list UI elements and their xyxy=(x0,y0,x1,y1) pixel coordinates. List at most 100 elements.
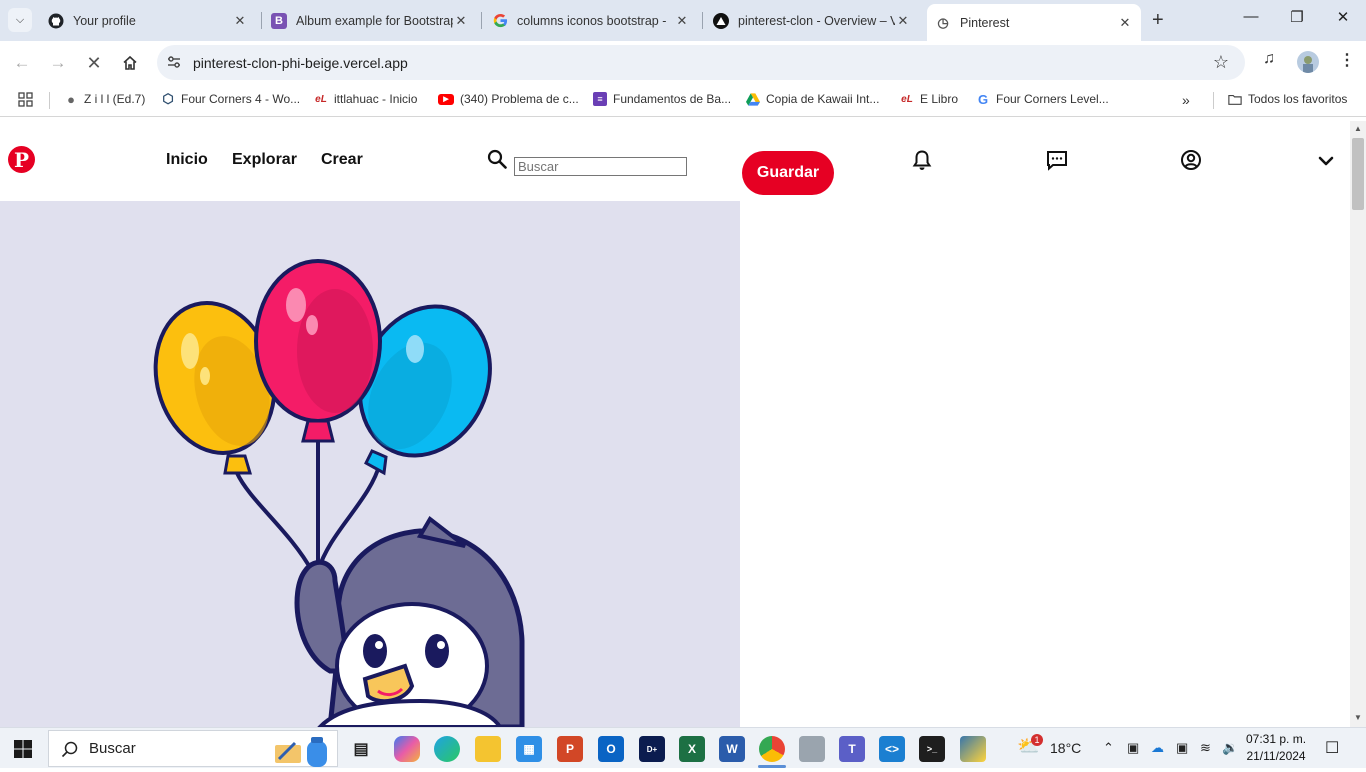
messages-icon[interactable] xyxy=(1046,149,1068,171)
site-settings-icon[interactable] xyxy=(166,54,182,70)
all-bookmarks-folder[interactable]: Todos los favoritos xyxy=(1228,92,1347,106)
vertical-scrollbar[interactable]: ▲ ▼ xyxy=(1350,121,1366,727)
close-icon[interactable]: ✕ xyxy=(232,13,248,29)
scrollbar-thumb[interactable] xyxy=(1352,138,1364,210)
elibro-icon: eL xyxy=(315,93,327,105)
taskbar-search-box[interactable]: Buscar xyxy=(48,730,338,767)
close-icon[interactable]: ✕ xyxy=(1117,15,1133,31)
home-icon xyxy=(123,55,137,70)
database-icon[interactable] xyxy=(799,736,825,762)
excel-icon[interactable]: X xyxy=(679,736,705,762)
back-button[interactable]: ← xyxy=(10,51,34,75)
outlook-icon[interactable]: O xyxy=(598,736,624,762)
windows-start-icon[interactable] xyxy=(14,740,32,758)
bookmark-item[interactable]: G Four Corners Level... xyxy=(976,92,1109,107)
close-icon[interactable]: ✕ xyxy=(453,13,469,29)
system-clock[interactable]: 07:31 p. m. 21/11/2024 xyxy=(1246,731,1306,765)
scroll-down-arrow-icon[interactable]: ▼ xyxy=(1354,713,1362,722)
weather-badge: 1 xyxy=(1031,734,1043,746)
bookmark-item[interactable]: ▶ (340) Problema de c... xyxy=(438,92,579,106)
weather-temperature[interactable]: 18°C xyxy=(1050,740,1081,756)
nav-link-explorar[interactable]: Explorar xyxy=(232,151,297,169)
tab-search-button[interactable]: ⌵ xyxy=(8,8,32,32)
notifications-icon[interactable]: ☐ xyxy=(1325,738,1339,758)
bookmark-item[interactable]: ≡ Fundamentos de Ba... xyxy=(593,92,731,106)
tab-your-profile[interactable]: Your profile ✕ xyxy=(40,6,256,35)
microsoft-store-icon[interactable]: ▦ xyxy=(516,736,542,762)
tab-divider xyxy=(261,12,262,29)
teams-icon[interactable]: T xyxy=(839,736,865,762)
loading-icon: ◷ xyxy=(937,14,949,30)
clock-date: 21/11/2024 xyxy=(1246,749,1306,763)
file-explorer-icon[interactable] xyxy=(475,736,501,762)
bookmark-star-icon[interactable]: ☆ xyxy=(1213,52,1229,73)
bookmark-item[interactable]: eL ittlahuac - Inicio xyxy=(314,92,417,106)
tab-columns-iconos[interactable]: columns iconos bootstrap - ✕ xyxy=(484,6,698,35)
globe-icon: ● xyxy=(67,91,75,107)
battery-icon[interactable]: ▣ xyxy=(1127,740,1139,756)
tab-pinterest-clon-overview[interactable]: pinterest-clon - Overview – V ✕ xyxy=(705,6,919,35)
forward-button[interactable]: → xyxy=(46,51,70,75)
tab-title: Pinterest xyxy=(960,15,1010,30)
stop-loading-button[interactable]: ✕ xyxy=(82,51,106,75)
tab-title: Album example for Bootstrap xyxy=(296,13,453,28)
google-drive-icon xyxy=(746,92,760,106)
show-hidden-icons-chevron-icon[interactable]: ⌃ xyxy=(1103,740,1114,756)
onedrive-icon[interactable]: ☁ xyxy=(1151,740,1164,756)
search-input[interactable] xyxy=(514,157,687,176)
bookmark-item[interactable]: eL E Libro xyxy=(900,92,958,106)
tab-pinterest[interactable]: ◷ Pinterest ✕ xyxy=(927,4,1141,41)
folder-icon xyxy=(1228,92,1242,106)
page-viewport: P Inicio Explorar Crear Guardar xyxy=(0,121,1350,727)
apps-grid-icon[interactable] xyxy=(18,92,33,107)
nav-link-inicio[interactable]: Inicio xyxy=(166,151,208,169)
url-text[interactable]: pinterest-clon-phi-beige.vercel.app xyxy=(193,55,408,71)
bookmark-label: Fundamentos de Ba... xyxy=(613,92,732,106)
bell-icon[interactable] xyxy=(911,149,933,171)
vscode-icon[interactable]: <> xyxy=(879,736,905,762)
home-button[interactable] xyxy=(118,51,142,75)
bookmark-item[interactable]: ⬡ Four Corners 4 - Wo... xyxy=(161,91,300,106)
account-circle-icon[interactable] xyxy=(1180,149,1202,171)
close-window-button[interactable]: ✕ xyxy=(1320,8,1366,26)
tab-album-example[interactable]: B Album example for Bootstrap ✕ xyxy=(263,6,477,35)
tab-title: pinterest-clon - Overview – V xyxy=(738,13,895,28)
save-button[interactable]: Guardar xyxy=(742,151,834,195)
bookmark-item[interactable]: Copia de Kawaii Int... xyxy=(746,92,879,106)
bookmark-label: (340) Problema de c... xyxy=(460,92,579,106)
bookmark-label: Copia de Kawaii Int... xyxy=(766,92,880,106)
disney-plus-icon[interactable]: D+ xyxy=(639,736,665,762)
chevron-down-icon[interactable] xyxy=(1316,151,1336,171)
menu-kebab-icon[interactable]: ⋮ xyxy=(1339,50,1355,70)
pinterest-logo-icon[interactable]: P xyxy=(8,146,35,173)
word-icon[interactable]: W xyxy=(719,736,745,762)
more-bookmarks-chevron-icon[interactable]: » xyxy=(1182,92,1190,108)
close-icon[interactable]: ✕ xyxy=(895,13,911,29)
youtube-icon: ▶ xyxy=(438,93,454,105)
bookmark-label: Todos los favoritos xyxy=(1248,92,1348,106)
site-navbar: P Inicio Explorar Crear Guardar xyxy=(0,121,1350,201)
search-icon[interactable] xyxy=(487,149,507,169)
powerpoint-icon[interactable]: P xyxy=(557,736,583,762)
bookmark-item[interactable]: ● Z i l l (Ed.7) xyxy=(64,91,145,107)
task-view-icon[interactable]: ▤ xyxy=(348,736,374,762)
python-icon[interactable] xyxy=(960,736,986,762)
profile-avatar[interactable] xyxy=(1297,51,1319,73)
nav-link-crear[interactable]: Crear xyxy=(321,151,363,169)
volume-icon[interactable]: 🔉 xyxy=(1222,740,1238,756)
address-bar[interactable]: pinterest-clon-phi-beige.vercel.app ☆ xyxy=(157,45,1245,80)
meet-now-icon[interactable]: ▣ xyxy=(1176,740,1188,756)
minimize-button[interactable]: — xyxy=(1228,8,1274,25)
tab-title: columns iconos bootstrap - xyxy=(517,13,667,28)
restore-button[interactable]: ❐ xyxy=(1274,8,1320,26)
media-control-icon[interactable]: ♫ xyxy=(1263,50,1275,68)
chrome-icon[interactable] xyxy=(759,736,785,762)
github-icon xyxy=(48,13,64,29)
close-icon[interactable]: ✕ xyxy=(674,13,690,29)
copilot-icon[interactable] xyxy=(394,736,420,762)
scroll-up-arrow-icon[interactable]: ▲ xyxy=(1354,124,1362,133)
wifi-icon[interactable]: ≋ xyxy=(1200,740,1211,756)
edge-icon[interactable] xyxy=(434,736,460,762)
new-tab-button[interactable]: + xyxy=(1152,10,1164,30)
terminal-icon[interactable]: >_ xyxy=(919,736,945,762)
